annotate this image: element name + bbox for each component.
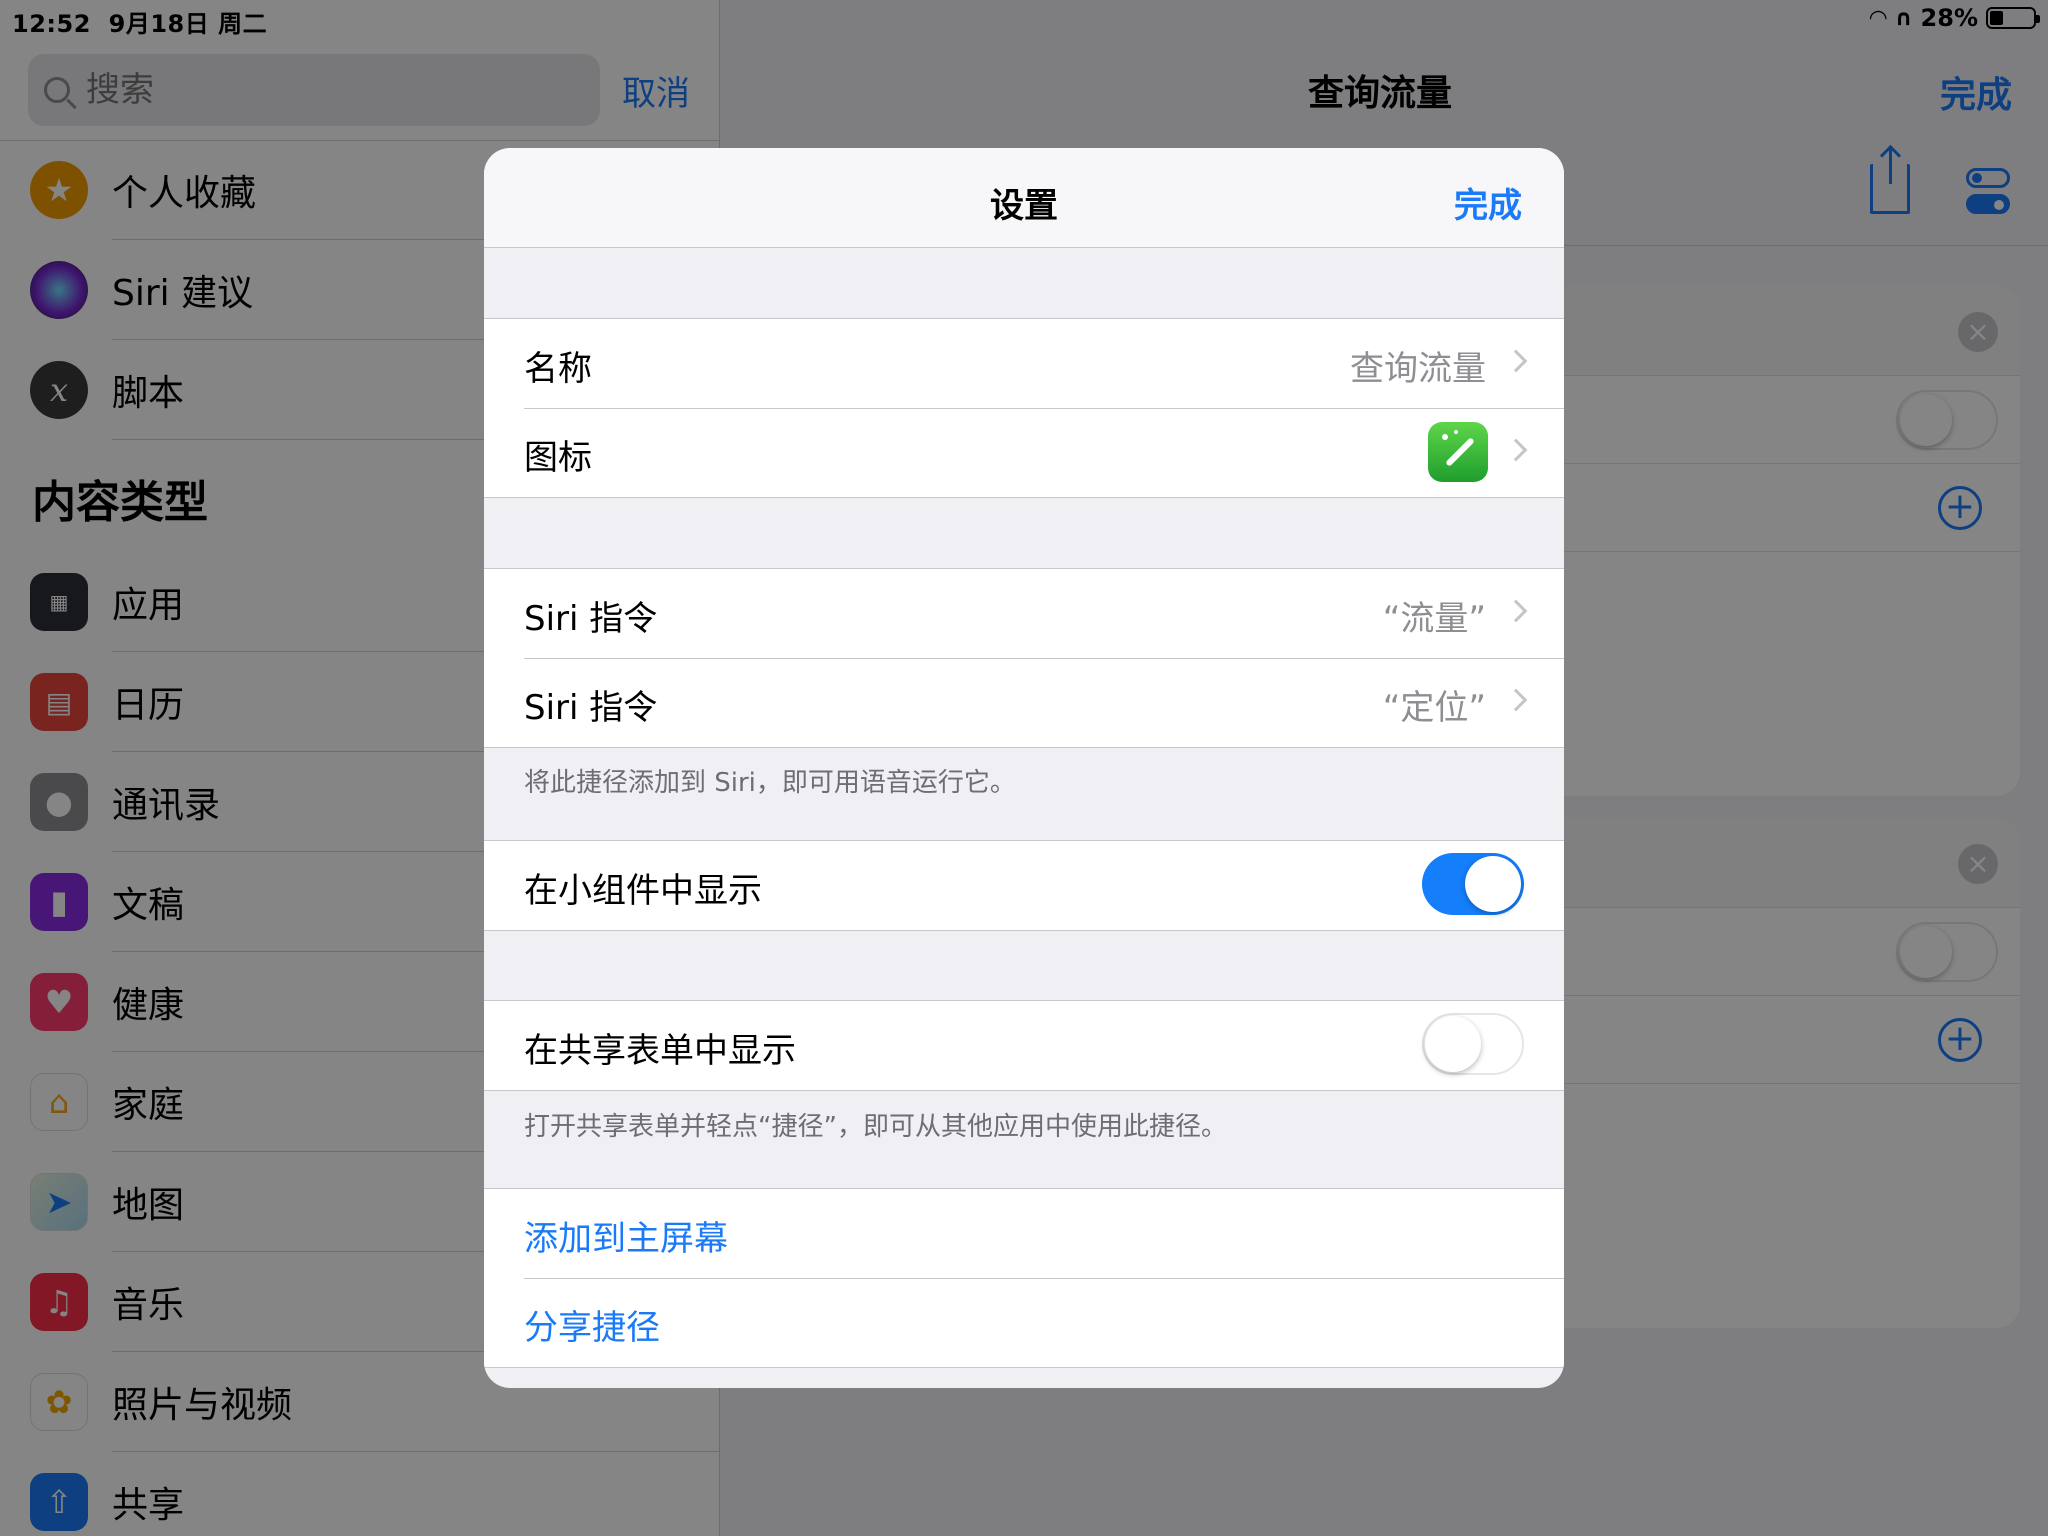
siri-phrase-row[interactable]: Siri 指令 “流量” bbox=[484, 569, 1564, 658]
toggle-knob bbox=[1425, 1016, 1481, 1072]
battery-icon bbox=[1986, 7, 2040, 29]
settings-modal: 设置 完成 名称 查询流量 图标 Siri 指令 “流量” Siri 指令 “定… bbox=[484, 148, 1564, 1388]
magic-wand-icon bbox=[1428, 422, 1488, 482]
wifi-icon: ◠ bbox=[1869, 5, 1887, 31]
chevron-right-icon bbox=[1504, 438, 1528, 462]
actions-group: 添加到主屏幕 分享捷径 bbox=[484, 1188, 1564, 1368]
status-clock: 12:52 bbox=[12, 10, 91, 38]
name-row[interactable]: 名称 查询流量 bbox=[484, 319, 1564, 408]
modal-title: 设置 bbox=[990, 186, 1058, 226]
widget-group: 在小组件中显示 bbox=[484, 840, 1564, 931]
siri-phrase-row[interactable]: Siri 指令 “定位” bbox=[484, 658, 1564, 747]
share-footer-text: 打开共享表单并轻点“捷径”，即可从其他应用中使用此捷径。 bbox=[524, 1112, 1227, 1142]
row-value: “流量” bbox=[1382, 599, 1486, 639]
done-button[interactable]: 完成 bbox=[1454, 178, 1522, 227]
widget-row: 在小组件中显示 bbox=[484, 841, 1564, 930]
battery-percent: 28% bbox=[1920, 4, 1978, 32]
status-right: ◠ ∩ 28% bbox=[1869, 4, 2040, 32]
status-date: 9月18日 周二 bbox=[108, 10, 268, 38]
row-value: “定位” bbox=[1382, 688, 1486, 728]
chevron-right-icon bbox=[1504, 349, 1528, 373]
row-value: 查询流量 bbox=[1350, 349, 1486, 389]
status-bar: 12:52 9月18日 周二 ◠ ∩ 28% bbox=[0, 0, 2048, 40]
siri-group: Siri 指令 “流量” Siri 指令 “定位” bbox=[484, 568, 1564, 748]
widget-toggle[interactable] bbox=[1422, 853, 1524, 915]
chevron-right-icon bbox=[1504, 688, 1528, 712]
row-label: 名称 bbox=[524, 349, 592, 389]
share-sheet-row: 在共享表单中显示 bbox=[484, 1001, 1564, 1090]
row-label: 图标 bbox=[524, 438, 592, 478]
add-to-home-screen-link[interactable]: 添加到主屏幕 bbox=[524, 1211, 728, 1260]
status-time: 12:52 9月18日 周二 bbox=[12, 4, 267, 39]
row-label: 在共享表单中显示 bbox=[524, 1031, 796, 1071]
sparkle bbox=[1442, 434, 1448, 440]
share-shortcut-row[interactable]: 分享捷径 bbox=[484, 1278, 1564, 1367]
name-icon-group: 名称 查询流量 图标 bbox=[484, 318, 1564, 498]
toggle-knob bbox=[1465, 856, 1521, 912]
row-label: 在小组件中显示 bbox=[524, 871, 762, 911]
row-label: Siri 指令 bbox=[524, 599, 658, 639]
share-shortcut-link[interactable]: 分享捷径 bbox=[524, 1300, 660, 1349]
modal-header: 设置 完成 bbox=[484, 148, 1564, 248]
icon-row[interactable]: 图标 bbox=[484, 408, 1564, 497]
siri-footer-text: 将此捷径添加到 Siri，即可用语音运行它。 bbox=[524, 768, 1016, 798]
share-sheet-toggle[interactable] bbox=[1422, 1013, 1524, 1075]
chevron-right-icon bbox=[1504, 599, 1528, 623]
sparkle bbox=[1454, 430, 1458, 434]
wand bbox=[1445, 437, 1475, 467]
row-label: Siri 指令 bbox=[524, 688, 658, 728]
battery-fill bbox=[1990, 11, 2003, 25]
share-sheet-group: 在共享表单中显示 bbox=[484, 1000, 1564, 1091]
headphones-icon: ∩ bbox=[1894, 5, 1913, 31]
add-to-home-row[interactable]: 添加到主屏幕 bbox=[484, 1189, 1564, 1278]
